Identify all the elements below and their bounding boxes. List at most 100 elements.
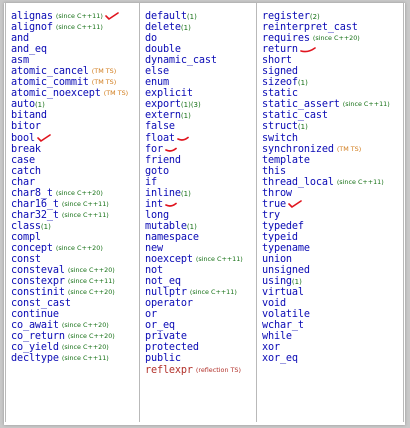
keyword-link[interactable]: requires: [262, 33, 310, 44]
footnote-ref[interactable]: (1): [35, 101, 45, 109]
keyword-link[interactable]: concept: [11, 243, 53, 254]
footnote-ref[interactable]: (1): [181, 112, 191, 120]
keyword-link[interactable]: or_eq: [145, 320, 175, 331]
keyword-link[interactable]: static: [262, 88, 298, 99]
keyword-link[interactable]: enum: [145, 77, 169, 88]
keyword-link[interactable]: using: [262, 276, 292, 287]
footnote-ref[interactable]: (1): [187, 223, 197, 231]
keyword-link[interactable]: asm: [11, 55, 29, 66]
keyword-link[interactable]: private: [145, 331, 187, 342]
keyword-link[interactable]: atomic_cancel: [11, 66, 89, 77]
keyword-link[interactable]: reflexpr: [145, 365, 193, 376]
keyword-link[interactable]: for: [145, 144, 163, 155]
keyword-link[interactable]: double: [145, 44, 181, 55]
footnote-ref[interactable]: (1): [181, 190, 191, 198]
keyword-link[interactable]: typeid: [262, 232, 298, 243]
keyword-link[interactable]: inline: [145, 188, 181, 199]
footnote-ref[interactable]: (1): [181, 24, 191, 32]
keyword-link[interactable]: delete: [145, 22, 181, 33]
footnote-ref[interactable]: (1): [298, 123, 308, 131]
keyword-link[interactable]: sizeof: [262, 77, 298, 88]
keyword-link[interactable]: co_return: [11, 331, 65, 342]
keyword-link[interactable]: break: [11, 144, 41, 155]
keyword-link[interactable]: export: [145, 99, 181, 110]
keyword-link[interactable]: explicit: [145, 88, 193, 99]
keyword-link[interactable]: or: [145, 309, 157, 320]
keyword-link[interactable]: co_yield: [11, 342, 59, 353]
keyword-link[interactable]: switch: [262, 133, 298, 144]
keyword-link[interactable]: friend: [145, 155, 181, 166]
footnote-ref[interactable]: (1)(3): [181, 101, 201, 109]
footnote-ref[interactable]: (1): [298, 79, 308, 87]
keyword-link[interactable]: operator: [145, 298, 193, 309]
keyword-link[interactable]: co_await: [11, 320, 59, 331]
keyword-link[interactable]: protected: [145, 342, 199, 353]
keyword-link[interactable]: dynamic_cast: [145, 55, 217, 66]
keyword-link[interactable]: atomic_commit: [11, 77, 89, 88]
keyword-link[interactable]: register: [262, 11, 310, 22]
keyword-link[interactable]: thread_local: [262, 177, 334, 188]
keyword-link[interactable]: continue: [11, 309, 59, 320]
keyword-link[interactable]: long: [145, 210, 169, 221]
keyword-link[interactable]: xor_eq: [262, 353, 298, 364]
footnote-ref[interactable]: (2): [310, 13, 320, 21]
footnote-ref[interactable]: (1): [187, 13, 197, 21]
keyword-link[interactable]: class: [11, 221, 41, 232]
keyword-link[interactable]: synchronized: [262, 144, 334, 155]
keyword-link[interactable]: false: [145, 121, 175, 132]
keyword-link[interactable]: do: [145, 33, 157, 44]
keyword-link[interactable]: not: [145, 265, 163, 276]
footnote-ref[interactable]: (1): [292, 278, 302, 286]
footnote-ref[interactable]: (1): [41, 223, 51, 231]
keyword-link[interactable]: bitor: [11, 121, 41, 132]
keyword-link[interactable]: virtual: [262, 287, 304, 298]
keyword-link[interactable]: consteval: [11, 265, 65, 276]
keyword-link[interactable]: char16_t: [11, 199, 59, 210]
keyword-link[interactable]: constinit: [11, 287, 65, 298]
keyword-link[interactable]: union: [262, 254, 292, 265]
keyword-link[interactable]: struct: [262, 121, 298, 132]
keyword-link[interactable]: goto: [145, 166, 169, 177]
keyword-link[interactable]: const_cast: [11, 298, 71, 309]
keyword-link[interactable]: this: [262, 166, 286, 177]
keyword-link[interactable]: try: [262, 210, 280, 221]
keyword-link[interactable]: constexpr: [11, 276, 65, 287]
keyword-link[interactable]: mutable: [145, 221, 187, 232]
keyword-link[interactable]: catch: [11, 166, 41, 177]
keyword-link[interactable]: return: [262, 44, 298, 55]
keyword-link[interactable]: true: [262, 199, 286, 210]
keyword-link[interactable]: new: [145, 243, 163, 254]
keyword-link[interactable]: reinterpret_cast: [262, 22, 358, 33]
keyword-link[interactable]: static_cast: [262, 110, 328, 121]
keyword-link[interactable]: auto: [11, 99, 35, 110]
keyword-link[interactable]: namespace: [145, 232, 199, 243]
keyword-link[interactable]: signed: [262, 66, 298, 77]
keyword-link[interactable]: compl: [11, 232, 41, 243]
keyword-link[interactable]: char8_t: [11, 188, 53, 199]
keyword-link[interactable]: not_eq: [145, 276, 181, 287]
keyword-link[interactable]: float: [145, 133, 175, 144]
keyword-link[interactable]: short: [262, 55, 292, 66]
keyword-link[interactable]: and: [11, 33, 29, 44]
keyword-link[interactable]: alignof: [11, 22, 53, 33]
keyword-link[interactable]: nullptr: [145, 287, 187, 298]
keyword-link[interactable]: decltype: [11, 353, 59, 364]
keyword-link[interactable]: while: [262, 331, 292, 342]
keyword-link[interactable]: public: [145, 353, 181, 364]
keyword-link[interactable]: typename: [262, 243, 310, 254]
keyword-link[interactable]: default: [145, 11, 187, 22]
keyword-link[interactable]: bitand: [11, 110, 47, 121]
keyword-link[interactable]: xor: [262, 342, 280, 353]
keyword-link[interactable]: char32_t: [11, 210, 59, 221]
keyword-link[interactable]: if: [145, 177, 157, 188]
keyword-link[interactable]: wchar_t: [262, 320, 304, 331]
keyword-link[interactable]: atomic_noexcept: [11, 88, 101, 99]
keyword-link[interactable]: int: [145, 199, 163, 210]
keyword-link[interactable]: extern: [145, 110, 181, 121]
keyword-link[interactable]: void: [262, 298, 286, 309]
keyword-link[interactable]: volatile: [262, 309, 310, 320]
keyword-link[interactable]: noexcept: [145, 254, 193, 265]
keyword-link[interactable]: const: [11, 254, 41, 265]
keyword-link[interactable]: typedef: [262, 221, 304, 232]
keyword-link[interactable]: alignas: [11, 11, 53, 22]
